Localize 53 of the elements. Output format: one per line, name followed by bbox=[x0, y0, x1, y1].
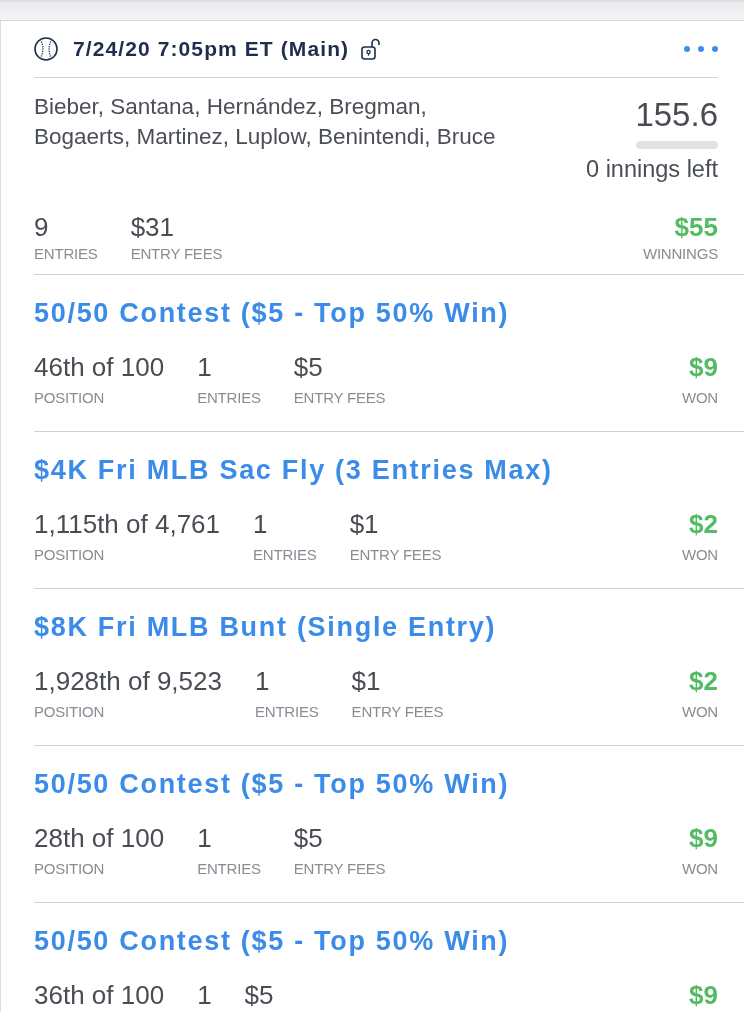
total-value: $31 bbox=[130, 212, 174, 242]
innings-remaining: 0 innings left bbox=[586, 155, 718, 183]
won-amount: $9 bbox=[689, 352, 718, 382]
stat-label: ENTRY FEES bbox=[349, 545, 442, 565]
stat-value: $5 bbox=[244, 980, 274, 1010]
stat-label: POSITION bbox=[34, 859, 105, 879]
baseball-icon bbox=[34, 37, 58, 61]
stat-value: 1 bbox=[197, 980, 212, 1010]
stat-value: $5 bbox=[293, 352, 323, 382]
stat-label: POSITION bbox=[34, 545, 105, 565]
stat-label: ENTRY FEES bbox=[293, 859, 386, 879]
won-label: WON bbox=[681, 859, 718, 879]
won-amount: $2 bbox=[689, 666, 718, 696]
stat-label: ENTRY FEES bbox=[351, 702, 444, 722]
contest-title-link[interactable]: $4K Fri MLB Sac Fly (3 Entries Max) bbox=[34, 453, 553, 487]
stat-value: 1 bbox=[253, 509, 268, 539]
winnings-amount: $55 bbox=[674, 212, 718, 242]
stat-value: 46th of 100 bbox=[34, 352, 165, 382]
contest-title-link[interactable]: 50/50 Contest ($5 - Top 50% Win) bbox=[34, 296, 510, 330]
contest-title-link[interactable]: 50/50 Contest ($5 - Top 50% Win) bbox=[34, 767, 510, 801]
stat-label: ENTRIES bbox=[253, 545, 317, 565]
stat-value: 1 bbox=[254, 666, 270, 696]
stat-label: ENTRIES bbox=[254, 702, 319, 722]
won-amount: $9 bbox=[689, 980, 718, 1010]
slate-title: 7/24/20 7:05pm ET (Main) bbox=[73, 37, 350, 61]
more-options-button[interactable] bbox=[684, 44, 718, 54]
total-label: ENTRIES bbox=[34, 244, 98, 264]
stat-label: POSITION bbox=[34, 388, 105, 408]
won-label: WON bbox=[681, 388, 718, 408]
total-label: ENTRY FEES bbox=[130, 244, 223, 264]
stat-value: 36th of 100 bbox=[34, 980, 165, 1010]
total-value: 9 bbox=[34, 212, 49, 242]
stat-label: ENTRY FEES bbox=[293, 388, 386, 408]
won-amount: $9 bbox=[689, 823, 718, 853]
contest-title-link[interactable]: 50/50 Contest ($5 - Top 50% Win) bbox=[34, 924, 510, 958]
stat-value: 1 bbox=[197, 352, 212, 382]
contest-title-link[interactable]: $8K Fri MLB Bunt (Single Entry) bbox=[34, 610, 497, 644]
stat-value: $5 bbox=[293, 823, 323, 853]
fantasy-points: 155.6 bbox=[635, 98, 718, 132]
stat-value: 1,115th of 4,761 bbox=[34, 509, 220, 539]
stat-value: 1 bbox=[197, 823, 212, 853]
stat-value: 1,928th of 9,523 bbox=[34, 666, 222, 696]
stat-value: $1 bbox=[351, 666, 381, 696]
won-amount: $2 bbox=[689, 509, 718, 539]
won-label: WON bbox=[681, 702, 718, 722]
lineup-players-text: Bieber, Santana, Hernández, Bregman, Bogaerts, Martinez, Luplow, Benintendi, Bruce bbox=[34, 93, 497, 151]
stat-label: POSITION bbox=[34, 702, 105, 722]
stat-value: 28th of 100 bbox=[34, 823, 165, 853]
stat-label: ENTRIES bbox=[197, 859, 261, 879]
won-label: WON bbox=[681, 545, 718, 565]
stat-label: ENTRIES bbox=[197, 388, 261, 408]
winnings-label: WINNINGS bbox=[642, 244, 718, 264]
stat-value: $1 bbox=[349, 509, 379, 539]
